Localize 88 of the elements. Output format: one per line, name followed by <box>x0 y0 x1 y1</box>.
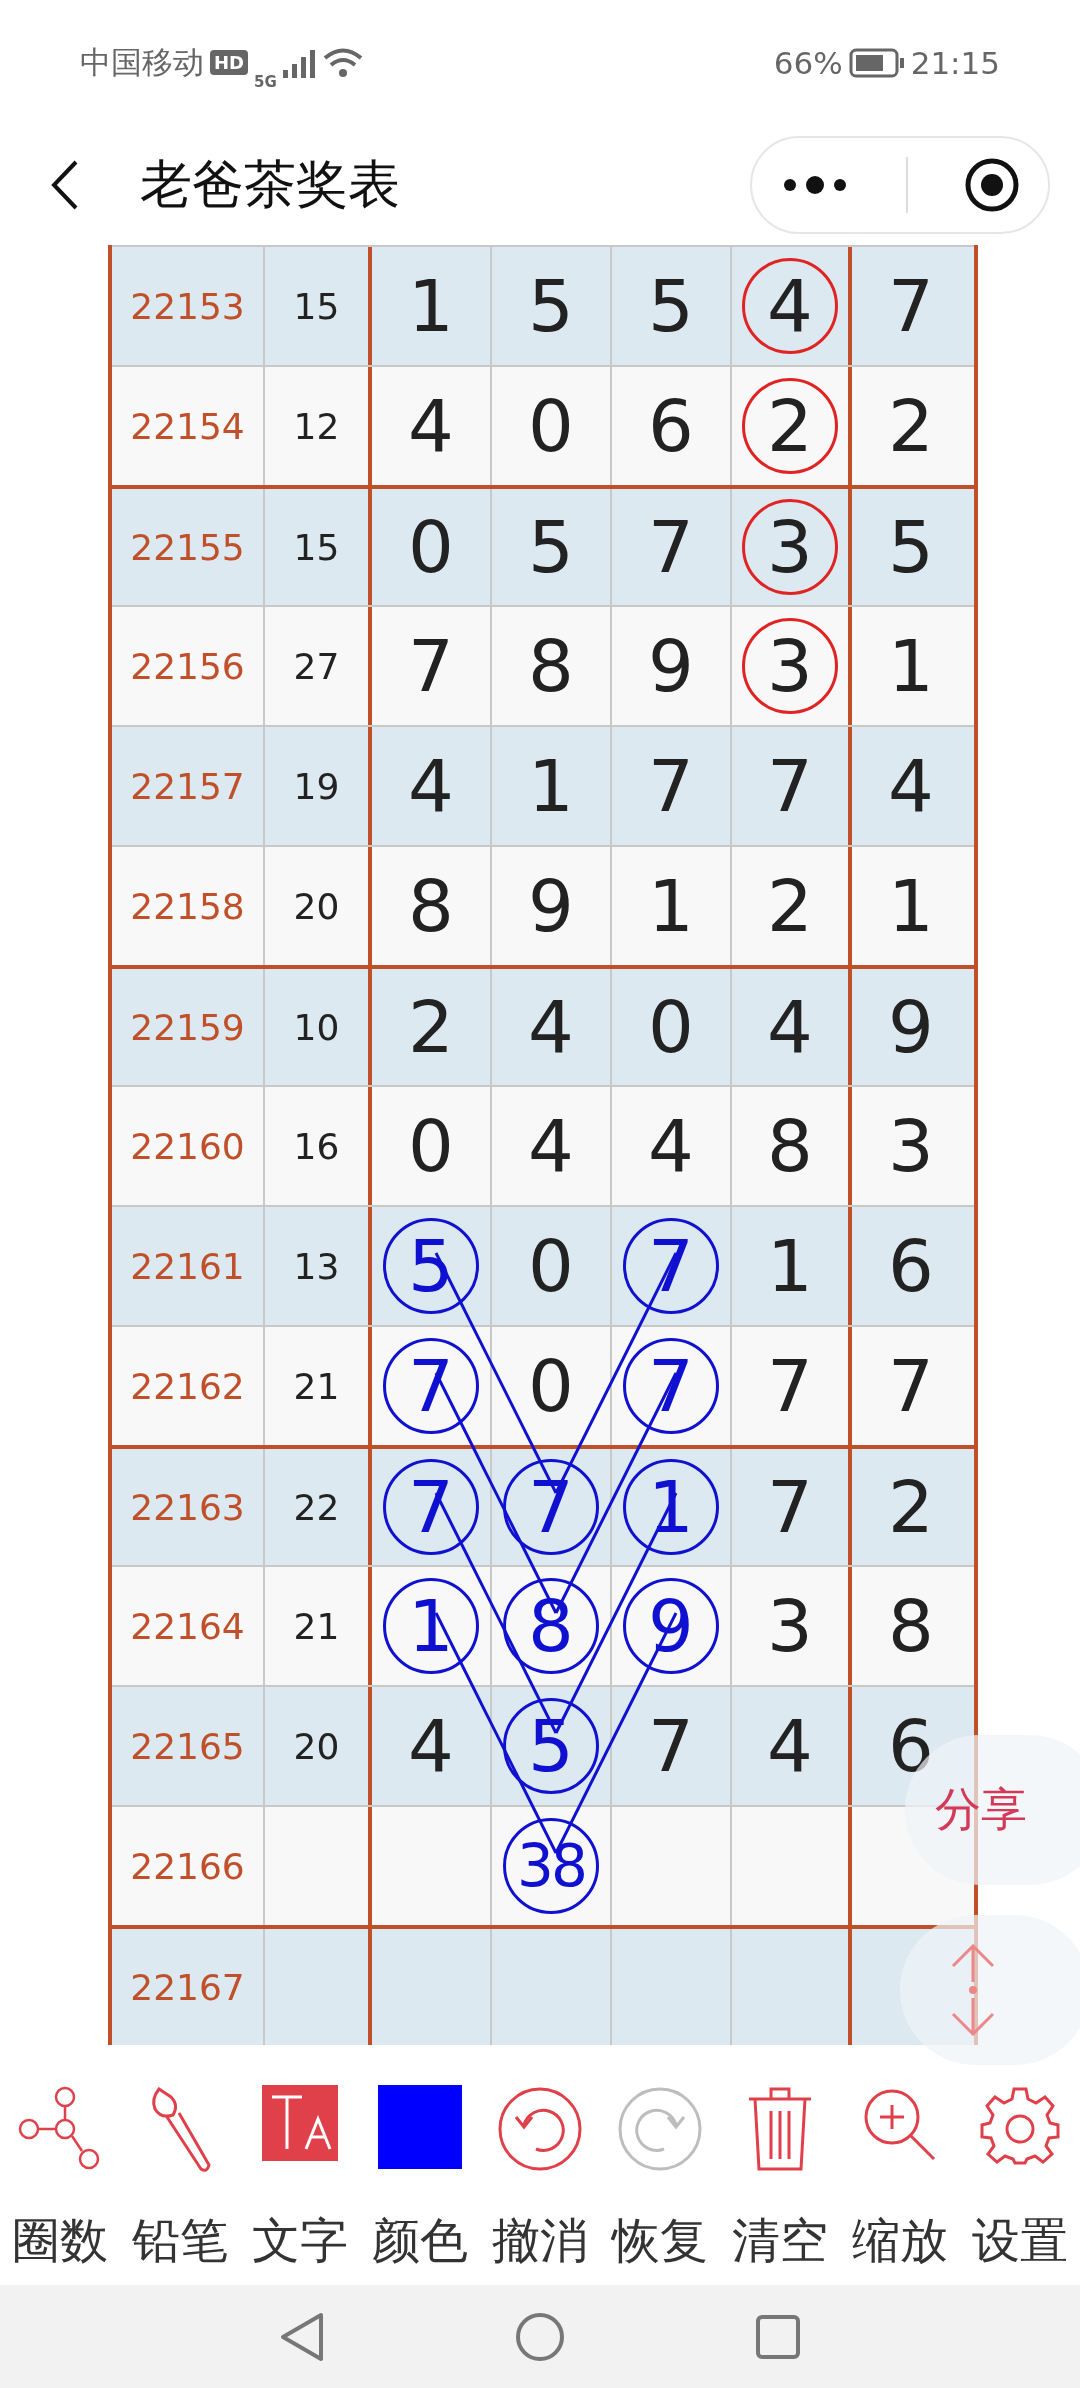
digit-text: 7 <box>767 744 813 828</box>
digit-text: 7 <box>767 1344 813 1428</box>
toolbar-button[interactable]: 圈数 <box>0 2070 120 2285</box>
digit-text: 2 <box>767 864 813 948</box>
digit-text: 1 <box>528 744 574 828</box>
close-target-icon[interactable] <box>964 157 1020 213</box>
digit-text: 6 <box>888 1224 934 1308</box>
digit-text: 4 <box>767 985 813 1069</box>
digit-text: 9 <box>648 624 694 708</box>
toolbar-button[interactable]: 铅笔 <box>120 2070 240 2285</box>
digit-text: 0 <box>528 1344 574 1428</box>
carrier-text: 中国移动 <box>80 42 204 82</box>
digit-text: 5 <box>528 264 574 348</box>
digit-text: 4 <box>408 744 454 828</box>
digit-text: 2 <box>888 384 934 468</box>
up-down-arrows-icon <box>950 1944 996 2036</box>
circled-number: 7 <box>383 1459 479 1555</box>
toolbar-button[interactable]: 颜色 <box>360 2070 480 2285</box>
digit-text: 3 <box>767 1584 813 1668</box>
circled-number: 5 <box>503 1698 599 1794</box>
digit-text: 4 <box>528 985 574 1069</box>
digit-text: 8 <box>408 864 454 948</box>
clock-text: 21:15 <box>910 44 1000 81</box>
digit-text: 5 <box>528 505 574 589</box>
digit-text: 4 <box>528 1104 574 1188</box>
digit-text: 1 <box>888 624 934 708</box>
digit-text: 4 <box>408 384 454 468</box>
digit-text: 7 <box>648 744 694 828</box>
redo-icon <box>616 2085 704 2173</box>
digit-text: 5 <box>648 264 694 348</box>
digit-text: 4 <box>648 1104 694 1188</box>
circled-number: 38 <box>503 1818 599 1914</box>
toolbar-button[interactable]: 清空 <box>720 2070 840 2285</box>
circled-number: 4 <box>742 258 838 354</box>
page-title: 老爸茶奖表 <box>140 153 401 216</box>
hd-badge: HD <box>210 50 248 75</box>
digit-text: 8 <box>888 1584 934 1668</box>
circled-number: 2 <box>742 378 838 474</box>
digit-text: 0 <box>408 1104 454 1188</box>
toolbar-button[interactable]: 设置 <box>960 2070 1080 2285</box>
toolbar-button[interactable]: 缩放 <box>840 2070 960 2285</box>
toolbar-button[interactable]: 撤消 <box>480 2070 600 2285</box>
text-tool-icon <box>262 2085 338 2161</box>
digit-text: 1 <box>648 864 694 948</box>
digit-text: 2 <box>408 985 454 1069</box>
back-nav-icon[interactable] <box>279 2310 325 2363</box>
circled-number: 7 <box>383 1338 479 1434</box>
digit-text: 6 <box>648 384 694 468</box>
network-type-text: 5G <box>254 72 277 91</box>
undo-icon <box>496 2085 584 2173</box>
digit-text: 4 <box>767 1704 813 1788</box>
digit-text: 7 <box>888 1344 934 1428</box>
signal-icon <box>282 47 317 78</box>
digit-text: 9 <box>888 985 934 1069</box>
digit-text: 0 <box>648 985 694 1069</box>
digit-text: 8 <box>528 624 574 708</box>
digit-text: 7 <box>408 624 454 708</box>
settings-icon <box>980 2085 1060 2165</box>
circled-number: 1 <box>383 1578 479 1674</box>
digit-text: 3 <box>888 1104 934 1188</box>
circled-number: 3 <box>742 618 838 714</box>
digit-text: 0 <box>408 505 454 589</box>
digit-text: 1 <box>888 864 934 948</box>
digit-text: 7 <box>767 1465 813 1549</box>
circled-number: 8 <box>503 1578 599 1674</box>
battery-icon <box>848 47 905 78</box>
wifi-icon <box>322 46 363 79</box>
digit-text: 9 <box>528 864 574 948</box>
digit-text: 4 <box>408 1704 454 1788</box>
digit-text: 0 <box>528 1224 574 1308</box>
digit-text: 7 <box>648 505 694 589</box>
digit-text: 2 <box>888 1465 934 1549</box>
digit-text: 5 <box>888 505 934 589</box>
period-cell: 22167 <box>112 1929 265 2045</box>
back-icon[interactable] <box>50 159 80 211</box>
digit-text: 4 <box>888 744 934 828</box>
circled-number: 5 <box>383 1218 479 1314</box>
digit-text: 8 <box>767 1104 813 1188</box>
recents-nav-icon[interactable] <box>755 2313 801 2360</box>
digit-text: 7 <box>648 1704 694 1788</box>
digit-text: 0 <box>528 384 574 468</box>
home-nav-icon[interactable] <box>515 2311 565 2362</box>
digit-text: 1 <box>767 1224 813 1308</box>
digit-text: 1 <box>408 264 454 348</box>
digit-text: 7 <box>888 264 934 348</box>
circled-number: 3 <box>742 499 838 595</box>
toolbar-button[interactable]: 文字 <box>240 2070 360 2285</box>
battery-percent: 66% <box>773 44 843 81</box>
